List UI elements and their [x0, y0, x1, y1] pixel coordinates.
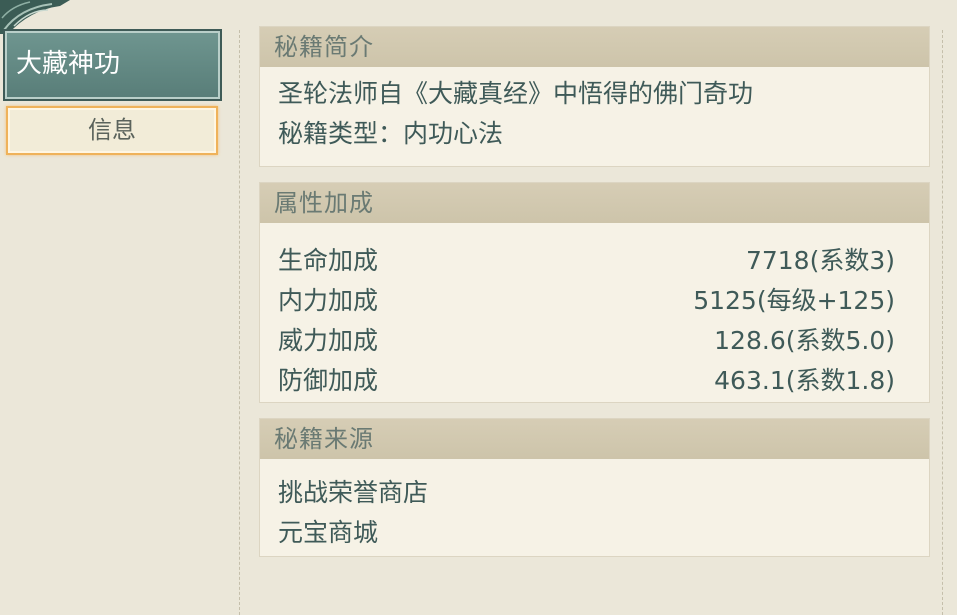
intro-body: 圣轮法师自《大藏真经》中悟得的佛门奇功 秘籍类型：内功心法	[260, 67, 929, 154]
attribute-row: 威力加成 128.6(系数5.0)	[278, 321, 895, 361]
attribute-row: 生命加成 7718(系数3)	[278, 241, 895, 281]
tab-info[interactable]: 信息	[6, 106, 218, 155]
divider-right	[942, 30, 943, 615]
attribute-row: 内力加成 5125(每级+125)	[278, 281, 895, 321]
attribute-value: 128.6(系数5.0)	[714, 326, 895, 355]
source-body: 挑战荣誉商店 元宝商城	[260, 459, 929, 553]
attribute-value: 5125(每级+125)	[693, 286, 895, 315]
source-panel: 秘籍来源 挑战荣誉商店 元宝商城	[259, 418, 930, 557]
intro-type: 秘籍类型：内功心法	[278, 119, 504, 148]
intro-description: 圣轮法师自《大藏真经》中悟得的佛门奇功	[278, 79, 754, 108]
source-item: 挑战荣誉商店	[278, 478, 429, 507]
tab-skill-title[interactable]: 大藏神功	[3, 29, 222, 101]
attributes-body: 生命加成 7718(系数3) 内力加成 5125(每级+125) 威力加成 12…	[260, 223, 929, 401]
intro-panel: 秘籍简介 圣轮法师自《大藏真经》中悟得的佛门奇功 秘籍类型：内功心法	[259, 26, 930, 167]
attribute-label: 威力加成	[278, 326, 379, 355]
attribute-label: 生命加成	[278, 246, 379, 275]
attribute-row: 防御加成 463.1(系数1.8)	[278, 361, 895, 401]
attributes-panel: 属性加成 生命加成 7718(系数3) 内力加成 5125(每级+125) 威力…	[259, 182, 930, 403]
source-item: 元宝商城	[278, 518, 379, 547]
source-header: 秘籍来源	[260, 419, 929, 459]
attribute-label: 防御加成	[278, 366, 379, 395]
attributes-header: 属性加成	[260, 183, 929, 223]
divider-left	[239, 30, 240, 615]
attribute-label: 内力加成	[278, 286, 379, 315]
intro-header: 秘籍简介	[260, 27, 929, 67]
attribute-value: 463.1(系数1.8)	[714, 366, 895, 395]
attribute-value: 7718(系数3)	[745, 246, 895, 275]
